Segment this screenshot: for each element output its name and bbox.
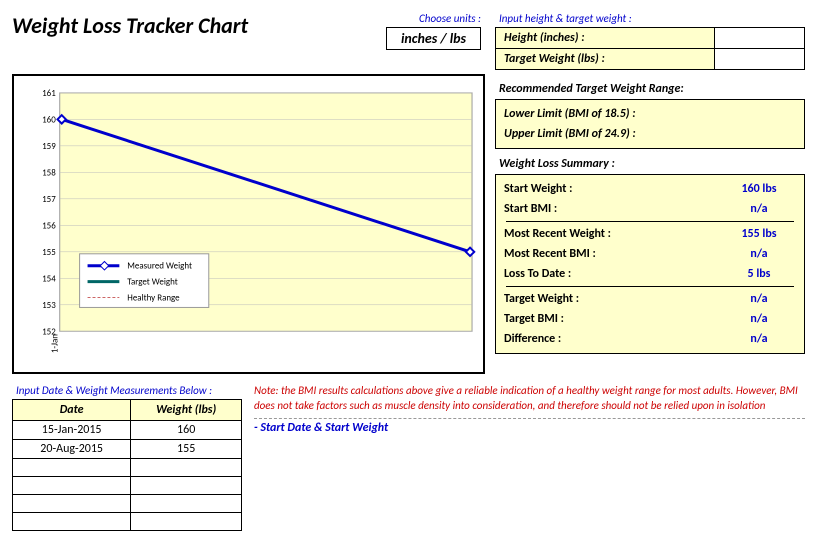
weight-chart: 152153154155156157158159160161 1-Jan Mea…	[12, 74, 485, 374]
recent-weight-value: 155 lbs	[714, 224, 804, 244]
svg-text:Healthy Range: Healthy Range	[127, 292, 180, 303]
bmi-note: Note: the BMI results calculations above…	[254, 384, 805, 414]
start-bmi-label: Start BMI :	[496, 199, 714, 219]
table-row: 15-Jan-2015160	[13, 421, 242, 440]
diff-value: n/a	[714, 329, 804, 349]
svg-text:161: 161	[42, 88, 56, 99]
weight-cell[interactable]	[131, 459, 242, 477]
lower-limit-value	[714, 104, 804, 124]
range-header: Recommended Target Weight Range:	[499, 82, 805, 96]
upper-limit-value	[714, 124, 804, 144]
weight-cell[interactable]: 155	[131, 440, 242, 459]
date-cell[interactable]: 15-Jan-2015	[13, 421, 131, 440]
date-cell[interactable]	[13, 513, 131, 531]
weight-cell[interactable]: 160	[131, 421, 242, 440]
target-weight-input[interactable]	[714, 49, 804, 69]
svg-text:Measured Weight: Measured Weight	[127, 261, 192, 272]
loss-label: Loss To Date :	[496, 264, 714, 284]
lower-limit-label: Lower Limit (BMI of 18.5) :	[496, 104, 714, 124]
page-title: Weight Loss Tracker Chart	[12, 12, 378, 39]
date-cell[interactable]: 20-Aug-2015	[13, 440, 131, 459]
height-label: Height (inches) :	[496, 28, 714, 48]
col-weight: Weight (lbs)	[131, 400, 242, 421]
svg-text:160: 160	[42, 114, 56, 125]
diff-label: Difference :	[496, 329, 714, 349]
height-input[interactable]	[714, 28, 804, 48]
tgt-bmi-value: n/a	[714, 309, 804, 329]
target-weight-label: Target Weight (lbs) :	[496, 49, 714, 69]
table-row: 20-Aug-2015155	[13, 440, 242, 459]
weight-cell[interactable]	[131, 513, 242, 531]
svg-text:158: 158	[42, 167, 56, 178]
date-cell[interactable]	[13, 495, 131, 513]
date-cell[interactable]	[13, 459, 131, 477]
upper-limit-label: Upper Limit (BMI of 24.9) :	[496, 124, 714, 144]
tgt-weight-value: n/a	[714, 289, 804, 309]
weight-cell[interactable]	[131, 477, 242, 495]
svg-text:156: 156	[42, 220, 56, 231]
svg-text:Target Weight: Target Weight	[127, 277, 177, 288]
svg-text:153: 153	[42, 300, 56, 311]
tgt-weight-label: Target Weight :	[496, 289, 714, 309]
svg-text:159: 159	[42, 141, 56, 152]
input-hint: Input Date & Weight Measurements Below :	[16, 384, 242, 397]
units-selector[interactable]: inches / lbs	[386, 27, 481, 50]
svg-text:1-Jan: 1-Jan	[50, 334, 61, 353]
table-row	[13, 495, 242, 513]
svg-text:155: 155	[42, 247, 56, 258]
units-hint: Choose units :	[419, 12, 481, 25]
loss-value: 5 lbs	[714, 264, 804, 284]
table-row	[13, 459, 242, 477]
svg-text:154: 154	[42, 273, 56, 284]
summary-header: Weight Loss Summary :	[499, 157, 805, 171]
recent-bmi-label: Most Recent BMI :	[496, 244, 714, 264]
date-cell[interactable]	[13, 477, 131, 495]
table-row	[13, 477, 242, 495]
weight-cell[interactable]	[131, 495, 242, 513]
start-date-marker: - Start Date & Start Weight	[254, 418, 805, 435]
measurements-table: Date Weight (lbs) 15-Jan-201516020-Aug-2…	[12, 399, 242, 531]
svg-text:157: 157	[42, 194, 56, 205]
start-bmi-value: n/a	[714, 199, 804, 219]
table-row	[13, 513, 242, 531]
start-weight-label: Start Weight :	[496, 179, 714, 199]
recent-bmi-value: n/a	[714, 244, 804, 264]
height-target-hint: Input height & target weight :	[499, 12, 805, 25]
col-date: Date	[13, 400, 131, 421]
recent-weight-label: Most Recent Weight :	[496, 224, 714, 244]
tgt-bmi-label: Target BMI :	[496, 309, 714, 329]
start-weight-value: 160 lbs	[714, 179, 804, 199]
